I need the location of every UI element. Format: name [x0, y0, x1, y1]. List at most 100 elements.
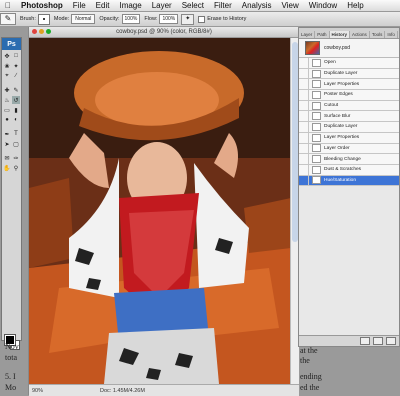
document-size[interactable]: Doc: 1.45M/4.26M — [100, 388, 145, 394]
history-item-label: Open — [324, 60, 336, 66]
zoom-tool-icon[interactable]: ⚲ — [12, 164, 20, 172]
history-item-selected[interactable]: Hue/Saturation — [299, 175, 399, 187]
gradient-tool-icon[interactable]: ▮ — [12, 106, 20, 114]
menu-filter[interactable]: Filter — [209, 1, 237, 10]
airbrush-icon: ✦ — [185, 15, 191, 22]
history-state-icon — [312, 144, 321, 153]
slice-tool-icon[interactable]: ∕ — [12, 72, 20, 80]
menu-view[interactable]: View — [277, 1, 304, 10]
history-item-label: Layer Properties — [324, 81, 360, 87]
history-panel: Layer Path History Actions Tools Info co… — [298, 27, 400, 347]
lasso-tool-icon[interactable]: ❀ — [3, 62, 11, 70]
history-item-label: Layer Properties — [324, 135, 360, 141]
history-item[interactable]: Open — [299, 58, 399, 69]
type-tool-icon[interactable]: T — [12, 130, 20, 138]
document-title-bar[interactable]: cowboy.psd @ 90% (color, RGB/8#) — [29, 27, 299, 38]
close-window-button[interactable] — [32, 29, 37, 34]
flow-value: 100% — [162, 16, 176, 22]
blur-tool-icon[interactable]: ● — [3, 116, 11, 124]
shape-tool-icon[interactable]: ▢ — [12, 140, 20, 148]
history-state-icon — [312, 101, 321, 110]
brush-preset-picker[interactable] — [37, 13, 50, 25]
history-brush-tool-icon[interactable]: ↺ — [12, 96, 20, 104]
tab-info[interactable]: Info — [385, 31, 398, 38]
opacity-label: Opacity: — [99, 16, 120, 22]
background-text: at the — [300, 346, 318, 355]
opacity-value: 100% — [124, 16, 138, 22]
history-snapshot[interactable]: cowboy.psd — [299, 39, 399, 58]
tool-preset-picker[interactable]: ✎ — [0, 13, 16, 25]
eyedropper-tool-icon[interactable]: ✑ — [12, 154, 20, 162]
zoom-level[interactable]: 90% — [29, 388, 48, 394]
notes-tool-icon[interactable]: ✉ — [3, 154, 11, 162]
history-item[interactable]: Layer Properties — [299, 132, 399, 144]
tab-path[interactable]: Path — [315, 31, 330, 38]
history-state-icon — [312, 176, 321, 185]
minimize-window-button[interactable] — [39, 29, 44, 34]
history-item[interactable]: Duplicate Layer — [299, 68, 399, 80]
marquee-tool-icon[interactable]: □ — [12, 52, 20, 60]
crop-tool-icon[interactable]: ⌖ — [3, 72, 11, 80]
history-item[interactable]: Dust & Scratches — [299, 164, 399, 176]
history-state-icon — [312, 122, 321, 131]
background-text: ending — [300, 372, 322, 381]
history-item-label: Surface Blur — [324, 113, 351, 119]
clone-stamp-tool-icon[interactable]: ♨ — [3, 96, 11, 104]
new-document-from-state-button[interactable] — [360, 337, 370, 345]
menu-select[interactable]: Select — [177, 1, 209, 10]
menu-layer[interactable]: Layer — [147, 1, 177, 10]
menu-file[interactable]: File — [68, 1, 91, 10]
brush-tool-icon[interactable]: ✎ — [12, 86, 20, 94]
history-item-label: Cutout — [324, 103, 339, 109]
menu-analysis[interactable]: Analysis — [237, 1, 277, 10]
history-state-icon — [312, 90, 321, 99]
background-text: ed the — [300, 383, 320, 392]
history-item[interactable]: Surface Blur — [299, 111, 399, 123]
history-item[interactable]: Duplicate Layer — [299, 122, 399, 133]
path-selection-tool-icon[interactable]: ➤ — [3, 140, 11, 148]
zoom-window-button[interactable] — [46, 29, 51, 34]
mode-select[interactable]: Normal — [71, 14, 96, 24]
options-bar: ✎ Brush: Mode: Normal Opacity: 100% Flow… — [0, 12, 400, 27]
healing-brush-tool-icon[interactable]: ✚ — [3, 86, 11, 94]
toolbox: Ps ✥ □ ❀ ✦ ⌖ ∕ ✚ ✎ ♨ ↺ ▭ ▮ ● ◐ ✒ T ➤ ▢ ✉… — [1, 37, 22, 350]
menu-photoshop[interactable]: Photoshop — [16, 1, 68, 10]
ps-logo: Ps — [2, 38, 21, 50]
magic-wand-tool-icon[interactable]: ✦ — [12, 62, 20, 70]
new-snapshot-button[interactable] — [373, 337, 383, 345]
tab-history[interactable]: History — [329, 31, 351, 38]
history-item[interactable]: Cutout — [299, 100, 399, 112]
history-state-icon — [312, 133, 321, 142]
history-item-label: Dust & Scratches — [324, 167, 362, 173]
menu-window[interactable]: Window — [304, 1, 342, 10]
image-canvas[interactable] — [29, 38, 291, 384]
menu-help[interactable]: Help — [342, 1, 368, 10]
erase-to-history-checkbox[interactable] — [198, 15, 206, 23]
dodge-tool-icon[interactable]: ◐ — [12, 116, 20, 124]
background-text: the — [300, 356, 310, 365]
history-item-label: Duplicate Layer — [324, 71, 358, 77]
history-item[interactable]: Poster Edges — [299, 90, 399, 101]
eraser-tool-icon[interactable]: ▭ — [3, 106, 11, 114]
erase-to-history-label: Erase to History — [207, 16, 247, 22]
tab-actions[interactable]: Actions — [350, 31, 370, 38]
history-item-label: Poster Edges — [324, 92, 353, 98]
history-state-icon — [312, 112, 321, 121]
flow-field[interactable]: 100% — [159, 14, 179, 24]
tab-tools[interactable]: Tools — [370, 31, 386, 38]
hand-tool-icon[interactable]: ✋ — [3, 164, 11, 172]
history-item[interactable]: Bleeding Change — [299, 154, 399, 165]
airbrush-toggle[interactable]: ✦ — [181, 13, 195, 25]
history-item[interactable]: Layer Properties — [299, 79, 399, 91]
history-item[interactable]: Layer Order — [299, 143, 399, 155]
apple-menu-icon[interactable]:  — [0, 1, 16, 10]
move-tool-icon[interactable]: ✥ — [3, 52, 11, 60]
tab-layer[interactable]: Layer — [299, 31, 316, 38]
pen-tool-icon[interactable]: ✒ — [3, 130, 11, 138]
delete-state-button[interactable] — [386, 337, 396, 345]
menu-image[interactable]: Image — [114, 1, 146, 10]
mode-option: Mode: Normal — [54, 14, 96, 24]
opacity-field[interactable]: 100% — [121, 14, 141, 24]
menu-edit[interactable]: Edit — [91, 1, 115, 10]
brush-option: Brush: — [20, 13, 50, 25]
